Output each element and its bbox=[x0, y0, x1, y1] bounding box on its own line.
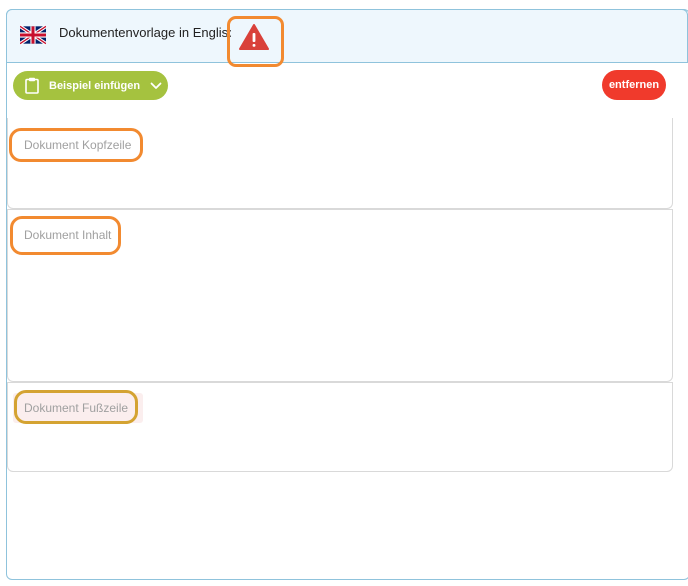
document-header-placeholder: Dokument Kopfzeile bbox=[24, 138, 132, 152]
warning-triangle-icon[interactable] bbox=[238, 22, 270, 52]
uk-flag-icon bbox=[20, 25, 46, 45]
insert-example-label: Beispiel einfügen bbox=[49, 79, 141, 92]
document-body-placeholder: Dokument Inhalt bbox=[24, 228, 112, 242]
document-footer-placeholder: Dokument Fußzeile bbox=[24, 401, 129, 415]
chevron-down-icon bbox=[150, 82, 162, 89]
page-title: Dokumentenvorlage in Englisch bbox=[59, 25, 231, 40]
remove-button[interactable]: entfernen bbox=[602, 70, 666, 100]
document-header-editor[interactable] bbox=[7, 118, 673, 209]
remove-label: entfernen bbox=[608, 79, 660, 91]
clipboard-icon bbox=[25, 77, 39, 94]
insert-example-button[interactable]: Beispiel einfügen bbox=[13, 71, 168, 100]
